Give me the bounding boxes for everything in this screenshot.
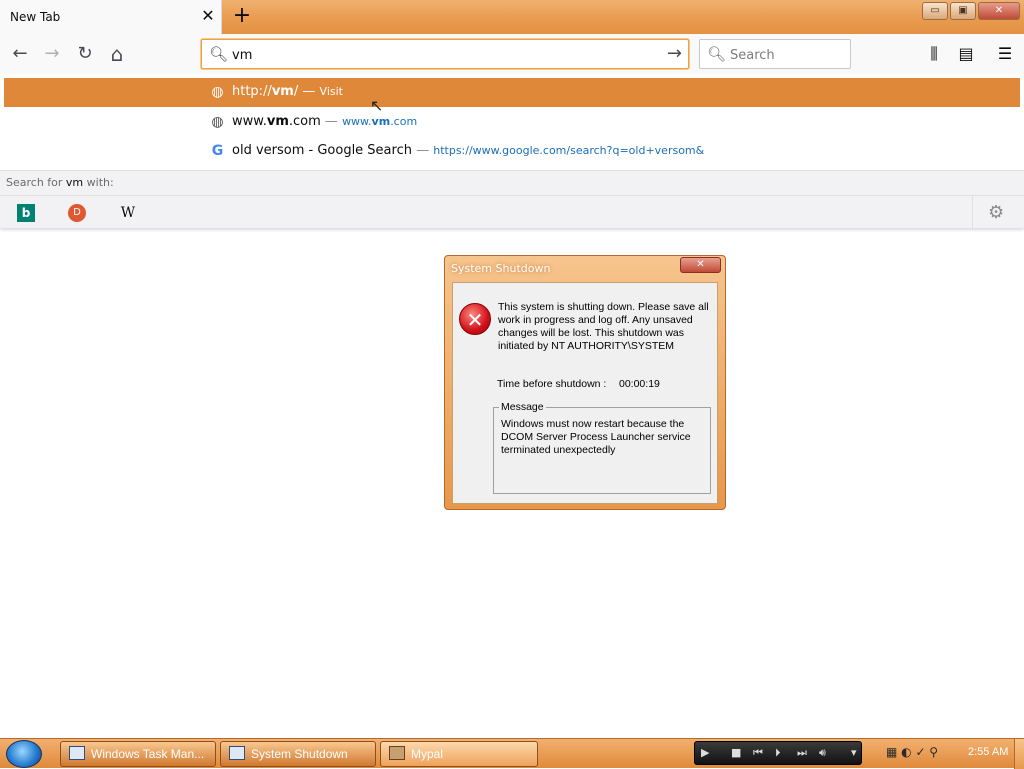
taskbar-item[interactable]: Mypal (380, 741, 538, 767)
stop-icon[interactable]: ■ (731, 742, 741, 764)
suggestion-text: old versom - Google Search — https://www… (232, 143, 705, 158)
globe-icon: ◍ (211, 114, 224, 130)
shutdown-dialog: System Shutdown ✕ ✕ This system is shutt… (444, 255, 726, 510)
taskbar-item[interactable]: System Shutdown (220, 741, 376, 767)
search-with-label: Search for vm with: (6, 176, 114, 189)
clock[interactable]: 2:55 AM (968, 746, 1008, 758)
search-input[interactable] (730, 46, 840, 64)
search-box[interactable]: 🔍︎ (699, 39, 851, 69)
globe-icon: ◍ (211, 84, 224, 100)
new-tab-button[interactable]: + (231, 4, 253, 28)
chevron-down-icon[interactable]: ▾ (851, 742, 857, 764)
dialog-message: This system is shutting down. Please sav… (498, 301, 709, 352)
show-desktop-button[interactable] (1014, 739, 1024, 769)
duckduckgo-icon[interactable]: D (68, 204, 86, 222)
one-off-search: Search for vm with: b D W ⚙ (0, 170, 1024, 230)
play-icon[interactable]: ▶ (701, 742, 709, 764)
close-window-button[interactable]: ✕ (978, 2, 1020, 20)
divider (972, 196, 973, 230)
suggestion-row[interactable]: ◍ http://vm/ — Visit (4, 78, 1020, 107)
search-engines: b D W ⚙ (0, 195, 1024, 230)
suggestion-action: Visit (319, 85, 343, 98)
reload-button[interactable]: ↻ (71, 40, 99, 68)
suggestion-row[interactable]: ◍ www.vm.com — www.vm.com (4, 108, 1020, 137)
window-icon (229, 746, 245, 760)
mouse-cursor-icon: ↖ (370, 96, 384, 115)
url-input[interactable] (232, 46, 652, 64)
suggestion-row[interactable]: G old versom - Google Search — https://w… (4, 137, 1020, 166)
library-icon[interactable]: ⫼ (922, 42, 946, 66)
sidebar-icon[interactable]: ▤ (954, 42, 978, 66)
nav-toolbar: ← → ↻ ⌂ 🔍︎ → 🔍︎ ⫼ ▤ ☰ (0, 34, 1024, 74)
suggestion-text: www.vm.com — www.vm.com (232, 114, 418, 129)
minimize-button[interactable]: ▭ (922, 2, 948, 20)
task-manager-icon (69, 746, 85, 760)
next-icon[interactable]: ⏭ (797, 742, 807, 764)
close-tab-icon[interactable]: ✕ (199, 6, 217, 26)
volume-icon[interactable]: 🔊︎ (819, 742, 826, 764)
go-arrow-icon[interactable]: → (667, 43, 682, 64)
message-group-text: Windows must now restart because the DCO… (501, 418, 691, 456)
bing-icon[interactable]: b (17, 204, 35, 222)
suggestion-url: www.vm.com (342, 115, 418, 128)
tab-strip: New Tab ✕ + ▭ ▣ ✕ (0, 0, 1024, 34)
tab-title: New Tab (10, 10, 61, 24)
taskbar: Windows Task Man... System Shutdown Mypa… (0, 738, 1024, 769)
home-button[interactable]: ⌂ (103, 40, 131, 68)
error-icon: ✕ (459, 303, 491, 335)
tab-new-tab[interactable]: New Tab ✕ (0, 0, 222, 34)
mypal-icon (389, 746, 405, 760)
media-player-toolbar[interactable]: ▶ ■ ⏮ ⏵ ⏭ 🔊︎ ▾ (694, 741, 862, 765)
taskbar-item-label: System Shutdown (251, 747, 348, 761)
previous-icon[interactable]: ⏮ (753, 742, 763, 764)
taskbar-item-label: Mypal (411, 747, 444, 761)
start-button[interactable] (6, 740, 42, 768)
menu-icon[interactable]: ☰ (993, 42, 1017, 66)
gear-icon[interactable]: ⚙ (988, 202, 1004, 223)
system-tray: ▦ ◐ ✓ ⚲ (886, 745, 939, 759)
suggestion-url: https://www.google.com/search?q=old+vers… (433, 144, 705, 157)
back-button[interactable]: ← (6, 40, 34, 68)
play-large-icon[interactable]: ⏵ (775, 742, 781, 764)
address-bar[interactable]: 🔍︎ → (201, 39, 689, 69)
maximize-button[interactable]: ▣ (950, 2, 976, 20)
suggestion-text: http://vm/ — Visit (232, 84, 343, 99)
dialog-body: ✕ This system is shutting down. Please s… (452, 282, 718, 504)
forward-button[interactable]: → (38, 40, 66, 68)
time-before-shutdown-label: Time before shutdown : (497, 378, 607, 390)
taskbar-item-label: Windows Task Man... (91, 747, 205, 761)
taskbar-item[interactable]: Windows Task Man... (60, 741, 216, 767)
countdown-value: 00:00:19 (619, 378, 660, 390)
google-icon: G (211, 143, 224, 159)
url-suggestions: ◍ http://vm/ — Visit ◍ www.vm.com — www.… (0, 74, 1024, 230)
message-group-label: Message (499, 401, 546, 413)
dialog-close-button[interactable]: ✕ (680, 257, 721, 273)
search-icon: 🔍︎ (209, 45, 229, 63)
search-icon: 🔍︎ (707, 45, 727, 63)
dialog-title: System Shutdown (451, 262, 551, 275)
window-controls: ▭ ▣ ✕ (922, 2, 1020, 22)
wikipedia-icon[interactable]: W (119, 204, 137, 222)
